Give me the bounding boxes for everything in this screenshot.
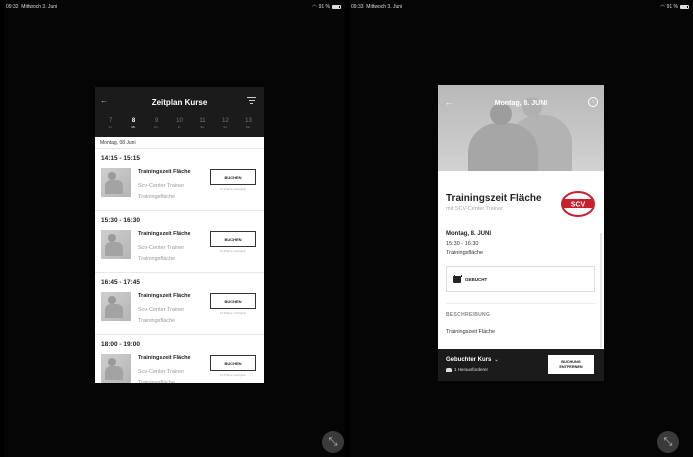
info-icon[interactable]: i	[588, 97, 598, 107]
booking-footer: Gebuchter Kurs ⌄ 1 Herausforderer BUCHUNG…	[438, 349, 604, 381]
book-button[interactable]: BUCHEN	[210, 355, 256, 371]
battery-icon	[680, 5, 689, 9]
day-weekday: So.	[223, 125, 228, 129]
date-line: Montag, 08 Juni	[95, 137, 264, 149]
logo-text: SCV	[571, 202, 586, 209]
slot-time: 16:45 - 17:45	[101, 279, 141, 286]
day-weekday: Fr.	[177, 125, 182, 129]
day-item[interactable]: 11 Sa.	[194, 118, 212, 129]
slot-course-name: Trainingszeit Fläche	[138, 355, 191, 361]
day-weekday: Do.	[154, 125, 159, 129]
status-date: Mittwoch 3. Juni	[21, 4, 58, 10]
schedule-slot: 16:45 - 17:45 Trainingszeit Fläche Scv-Cen…	[95, 273, 264, 335]
description-text: Trainingszeit Fläche	[446, 329, 496, 335]
participant-count: 1 Herausforderer	[454, 367, 489, 372]
day-weekday: Mo.	[245, 125, 251, 129]
book-button[interactable]: BUCHEN	[210, 231, 256, 247]
schedule-slot: 18:00 - 19:00 Trainingszeit Fläche Scv-Cen…	[95, 335, 264, 383]
slot-thumbnail	[101, 168, 131, 197]
expand-arrows-icon[interactable]: ⤡	[322, 431, 344, 453]
battery-text: 91 %	[318, 4, 330, 10]
schedule-title: Zeitplan Kurse	[151, 98, 208, 107]
day-item[interactable]: 8 Mi.	[125, 118, 143, 129]
booked-status-box: GEBUCHT	[446, 266, 595, 292]
slot-area: Trainingsfläche	[138, 256, 176, 262]
slot-availability: 15 Plätze verfügbar	[219, 249, 246, 253]
schedule-slot: 15:30 - 16:30 Trainingszeit Fläche Scv-Cen…	[95, 211, 264, 273]
slot-time: 14:15 - 15:15	[101, 155, 141, 162]
detail-header-title: Montag, 8. JUNI	[494, 100, 548, 107]
day-item[interactable]: 10 Fr.	[171, 118, 189, 129]
scrollbar[interactable]	[600, 233, 602, 348]
schedule-slot: 14:15 - 15:15 Trainingszeit Fläche Scv-Cen…	[95, 149, 264, 211]
status-bar: 09:33 Mittwoch 3. Juni ◠ 91 %	[351, 2, 689, 12]
course-trainer: mit SCV-Center Trainer	[446, 206, 503, 212]
slot-course-name: Trainingszeit Fläche	[138, 169, 191, 175]
wifi-icon: ◠	[660, 4, 665, 10]
status-date: Mittwoch 3. Juni	[366, 4, 403, 10]
slot-area: Trainingsfläche	[138, 194, 176, 200]
day-number: 13	[245, 118, 252, 124]
course-time: 15:30 - 16:30	[446, 241, 479, 247]
day-weekday: Di.	[108, 125, 113, 129]
day-weekday: Mi.	[131, 125, 136, 129]
remove-booking-button[interactable]: BUCHUNG ENTFERNEN	[548, 355, 594, 374]
expand-arrows-icon[interactable]: ⤡	[657, 431, 679, 453]
schedule-header: ← Zeitplan Kurse 7 Di. 8 Mi. 9 Do. 10 Fr. 11 Sa. 1…	[95, 87, 264, 137]
day-item[interactable]: 13 Mo.	[240, 118, 258, 129]
slot-course-name: Trainingszeit Fläche	[138, 231, 191, 237]
calendar-icon	[453, 274, 462, 283]
people-icon	[446, 367, 452, 372]
divider	[446, 303, 596, 304]
day-number: 7	[108, 118, 113, 124]
course-area: Trainingsfläche	[446, 250, 484, 256]
day-number: 10	[176, 118, 183, 124]
slot-availability: 15 Plätze verfügbar	[219, 311, 246, 315]
course-date: Montag, 8. JUNI	[446, 231, 492, 237]
slot-thumbnail	[101, 354, 131, 383]
slot-area: Trainingsfläche	[138, 380, 176, 383]
slot-list: 14:15 - 15:15 Trainingszeit Fläche Scv-Cen…	[95, 149, 264, 383]
book-button[interactable]: BUCHEN	[210, 293, 256, 309]
day-weekday: Sa.	[200, 125, 205, 129]
slot-course-name: Trainingszeit Fläche	[138, 293, 191, 299]
day-picker: 7 Di. 8 Mi. 9 Do. 10 Fr. 11 Sa. 12 So. 13 Mo.	[95, 118, 264, 129]
slot-time: 15:30 - 16:30	[101, 217, 141, 224]
slot-area: Trainingsfläche	[138, 318, 176, 324]
day-number: 12	[222, 118, 229, 124]
booked-status: GEBUCHT	[465, 276, 488, 282]
book-button[interactable]: BUCHEN	[210, 169, 256, 185]
day-number: 11	[199, 118, 206, 124]
hero-image: ← Montag, 8. JUNI i	[438, 85, 604, 171]
slot-availability: 15 Plätze verfügbar	[219, 373, 246, 377]
course-detail-card: ← Montag, 8. JUNI i Trainingszeit Fläche…	[438, 85, 604, 381]
slot-availability: 15 Plätze verfügbar	[219, 187, 246, 191]
scv-logo: SCV	[561, 191, 595, 217]
chevron-down-icon[interactable]: ⌄	[494, 357, 498, 363]
slot-trainer: Scv-Center Trainer	[138, 307, 185, 313]
booked-course-label[interactable]: Gebuchter Kurs	[446, 357, 491, 363]
slot-time: 18:00 - 19:00	[101, 341, 141, 348]
schedule-card: ← Zeitplan Kurse 7 Di. 8 Mi. 9 Do. 10 Fr. 11 Sa. 1…	[95, 87, 264, 383]
day-item[interactable]: 7 Di.	[102, 118, 120, 129]
slot-thumbnail	[101, 292, 131, 321]
day-item[interactable]: 12 So.	[217, 118, 235, 129]
battery-icon	[332, 5, 341, 9]
day-number: 9	[154, 118, 159, 124]
slot-trainer: Scv-Center Trainer	[138, 369, 185, 375]
slot-thumbnail	[101, 230, 131, 259]
status-bar: 09:32 Mittwoch 3. Juni ◠ 91 %	[6, 2, 341, 12]
course-title: Trainingszeit Fläche	[446, 193, 542, 204]
slot-trainer: Scv-Center Trainer	[138, 245, 185, 251]
wifi-icon: ◠	[312, 4, 317, 10]
day-item[interactable]: 9 Do.	[148, 118, 166, 129]
battery-text: 91 %	[666, 4, 678, 10]
filter-icon[interactable]	[247, 97, 256, 104]
status-time: 09:32	[6, 4, 19, 10]
description-label: BESCHREIBUNG	[446, 312, 491, 318]
status-time: 09:33	[351, 4, 364, 10]
remove-line-2: ENTFERNEN	[559, 364, 583, 369]
day-number: 8	[131, 118, 136, 124]
slot-trainer: Scv-Center Trainer	[138, 183, 185, 189]
